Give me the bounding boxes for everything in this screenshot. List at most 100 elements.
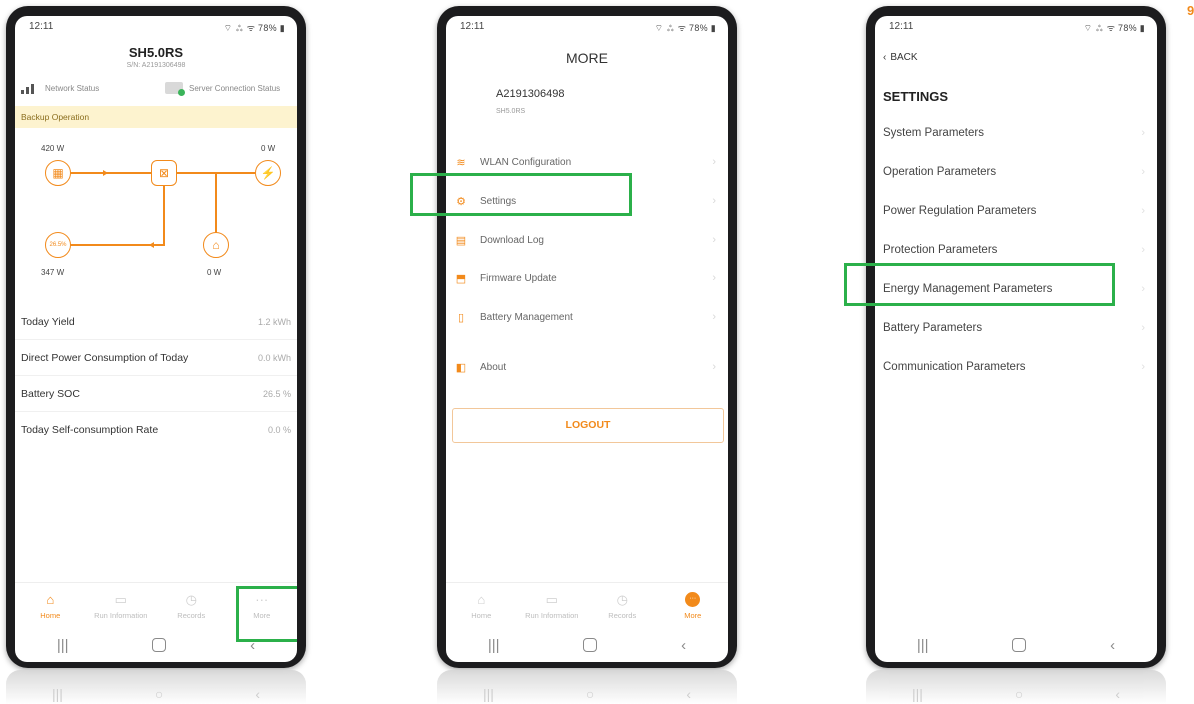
- recents-button[interactable]: |||: [57, 637, 69, 654]
- house-load-icon: ⌂: [203, 232, 229, 258]
- menu-item-battery-management[interactable]: ▯ Battery Management ›: [446, 304, 728, 330]
- stat-value: 26.5 %: [262, 388, 291, 399]
- settings-item-label: Operation Parameters: [883, 166, 997, 178]
- reflect-recents: |||: [911, 686, 923, 702]
- menu-item-label: About: [480, 361, 507, 373]
- bottom-tab-bar: ⌂ Home ▭ Run Information ◷ Records ··· M…: [446, 582, 728, 628]
- monitor-icon: ▭: [545, 591, 558, 607]
- menu-item-label: WLAN Configuration: [480, 156, 572, 168]
- back-label: BACK: [890, 52, 918, 63]
- pv-power-value: 420 W: [41, 144, 65, 153]
- stat-label: Today Self-consumption Rate: [21, 424, 159, 436]
- settings-item-power-regulation-parameters[interactable]: Power Regulation Parameters ›: [875, 197, 1157, 225]
- tab-home[interactable]: ⌂ Home: [446, 592, 516, 620]
- stat-battery-soc: Battery SOC 26.5 %: [15, 376, 297, 412]
- status-signal: ⌔ ⁂ ᯤ 78% ▮: [1083, 23, 1145, 33]
- battery-soc-badge: 26.5%: [49, 242, 67, 248]
- chevron-right-icon: ›: [1141, 244, 1145, 256]
- stat-direct-consumption: Direct Power Consumption of Today 0.0 kW…: [15, 340, 297, 376]
- phone-more-screen: 12:11 ⌔ ⁂ ᯤ 78% ▮ MORE A2191306498 SH5.0…: [437, 6, 737, 668]
- tab-run-information[interactable]: ▭ Run Information: [86, 592, 156, 620]
- document-icon: ▤: [455, 234, 467, 247]
- settings-item-battery-parameters[interactable]: Battery Parameters ›: [875, 314, 1157, 342]
- settings-item-label: Protection Parameters: [883, 244, 998, 256]
- tab-records[interactable]: ◷ Records: [156, 592, 226, 620]
- battery-power-value: 347 W: [41, 268, 65, 277]
- firmware-icon: ⬒: [455, 272, 467, 285]
- pv-flow-arrow: [103, 170, 108, 176]
- logout-button[interactable]: LOGOUT: [452, 408, 724, 443]
- monitor-icon: ▭: [114, 591, 127, 607]
- server-icon: [165, 82, 185, 96]
- menu-item-about[interactable]: ◧ About ›: [446, 354, 728, 380]
- reflect-recents: |||: [482, 686, 494, 702]
- chevron-right-icon: ›: [712, 156, 716, 168]
- stat-value: 0.0 kWh: [257, 352, 291, 363]
- tab-label: Records: [608, 610, 637, 620]
- chevron-right-icon: ›: [1141, 283, 1145, 295]
- chevron-left-icon: ‹: [883, 52, 887, 63]
- system-back-button[interactable]: ‹: [1110, 637, 1115, 654]
- battery-icon: ▯: [457, 311, 465, 324]
- device-title: SH5.0RS: [128, 45, 184, 60]
- chevron-right-icon: ›: [712, 272, 716, 284]
- stat-label: Today Yield: [21, 315, 75, 328]
- battery-flow-arrow: [149, 242, 154, 248]
- phone-reflection: ||| ○ ‹: [866, 670, 1166, 704]
- stat-today-yield: Today Yield 1.2 kWh: [15, 304, 297, 340]
- recents-button[interactable]: |||: [488, 637, 500, 654]
- tab-run-information[interactable]: ▭ Run Information: [517, 592, 587, 620]
- menu-item-download-log[interactable]: ▤ Download Log ›: [446, 227, 728, 253]
- tutorial-stage: 12:11 ⌔ ⁂ ᯤ 78% ▮ SH5.0RS S/N: A21913064…: [0, 0, 1194, 704]
- reflect-back: ‹: [686, 686, 691, 702]
- system-home-button[interactable]: [1012, 638, 1027, 652]
- clock-icon: ◷: [616, 591, 628, 607]
- home-icon: ⌂: [46, 591, 55, 607]
- network-status[interactable]: Network Status: [21, 82, 99, 94]
- wlan-icon: ≋: [456, 156, 466, 169]
- chevron-right-icon: ›: [1141, 322, 1145, 334]
- chevron-right-icon: ›: [1141, 127, 1145, 139]
- settings-item-label: Communication Parameters: [883, 361, 1026, 373]
- reflect-home: ○: [585, 686, 595, 702]
- system-back-button[interactable]: ‹: [681, 637, 686, 654]
- highlight-more-tab: [236, 586, 297, 642]
- chevron-right-icon: ›: [1141, 361, 1145, 373]
- menu-item-wlan-configuration[interactable]: ≋ WLAN Configuration ›: [446, 149, 728, 175]
- solar-panel-icon: ▦: [45, 160, 71, 186]
- status-signal: ⌔ ⁂ ᯤ 78% ▮: [654, 23, 716, 33]
- backup-operation-banner: Backup Operation: [15, 106, 297, 128]
- recents-button[interactable]: |||: [917, 637, 929, 654]
- load-flow-line: [215, 173, 217, 233]
- reflect-recents: |||: [51, 686, 63, 702]
- network-status-label: Network Status: [45, 83, 100, 93]
- battery-flow-line-v: [163, 186, 165, 244]
- status-bar: 12:11 ⌔ ⁂ ᯤ 78% ▮: [15, 16, 297, 38]
- stat-label: Battery SOC: [21, 387, 80, 400]
- stat-value: 0.0 %: [267, 425, 291, 435]
- system-home-button[interactable]: [583, 638, 598, 652]
- settings-item-operation-parameters[interactable]: Operation Parameters ›: [875, 158, 1157, 186]
- status-signal: ⌔ ⁂ ᯤ 78% ▮: [223, 23, 285, 33]
- tab-label: More: [684, 610, 702, 620]
- chevron-right-icon: ›: [1141, 205, 1145, 217]
- system-navigation-bar: ||| ‹: [446, 628, 728, 662]
- screen-more: 12:11 ⌔ ⁂ ᯤ 78% ▮ MORE A2191306498 SH5.0…: [446, 16, 728, 662]
- phone-settings-screen: 12:11 ⌔ ⁂ ᯤ 78% ▮ ‹ BACK SETTINGS System…: [866, 6, 1166, 668]
- tab-more[interactable]: ··· More: [658, 591, 728, 620]
- settings-item-system-parameters[interactable]: System Parameters ›: [875, 119, 1157, 147]
- chevron-right-icon: ›: [1141, 166, 1145, 178]
- system-home-button[interactable]: [152, 638, 167, 652]
- back-button[interactable]: ‹ BACK: [883, 52, 918, 63]
- device-model: SH5.0RS: [496, 108, 526, 115]
- tab-home[interactable]: ⌂ Home: [15, 592, 85, 620]
- info-icon: ◧: [455, 361, 467, 374]
- settings-item-protection-parameters[interactable]: Protection Parameters ›: [875, 236, 1157, 264]
- settings-item-communication-parameters[interactable]: Communication Parameters ›: [875, 353, 1157, 381]
- chevron-right-icon: ›: [712, 234, 716, 246]
- tab-records[interactable]: ◷ Records: [587, 592, 657, 620]
- menu-item-firmware-update[interactable]: ⬒ Firmware Update ›: [446, 265, 728, 291]
- menu-item-label: Download Log: [480, 234, 544, 246]
- step-number: 9: [1187, 3, 1194, 18]
- server-connection-status[interactable]: Server Connection Status: [165, 82, 280, 96]
